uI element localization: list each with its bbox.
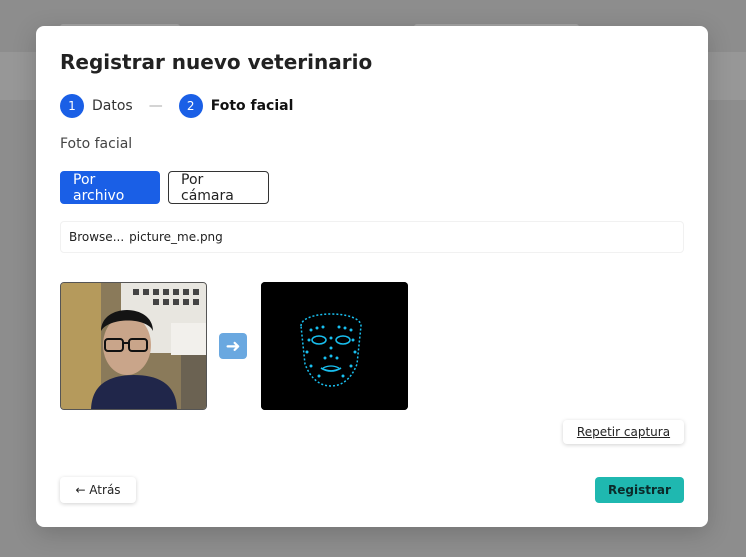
right-arrow-icon: ➜ <box>219 333 247 359</box>
by-file-button[interactable]: Por archivo <box>60 171 160 204</box>
register-button[interactable]: Registrar <box>595 477 684 503</box>
back-button[interactable]: ← Atrás <box>60 477 136 503</box>
register-modal: Registrar nuevo veterinario 1 Datos — 2 … <box>36 26 708 527</box>
browse-button[interactable]: Browse... <box>69 230 124 244</box>
person-photo <box>60 282 207 410</box>
face-mesh-svg <box>261 282 408 410</box>
file-input[interactable]: Browse... picture_me.png <box>60 221 684 253</box>
stepper: 1 Datos — 2 Foto facial <box>60 94 293 118</box>
face-mesh-image <box>261 282 408 410</box>
section-label: Foto facial <box>60 136 133 152</box>
modal-title: Registrar nuevo veterinario <box>60 50 373 74</box>
step-separator: — <box>148 98 163 114</box>
file-name: picture_me.png <box>129 230 223 244</box>
by-camera-button[interactable]: Por cámara <box>168 171 269 204</box>
photo-svg <box>61 283 206 409</box>
step-2-number: 2 <box>178 94 203 118</box>
retry-capture-button[interactable]: Repetir captura <box>563 420 684 444</box>
step-1-number: 1 <box>60 94 84 118</box>
step-2-label: Foto facial <box>210 98 294 114</box>
step-1-label: Datos <box>92 98 133 114</box>
